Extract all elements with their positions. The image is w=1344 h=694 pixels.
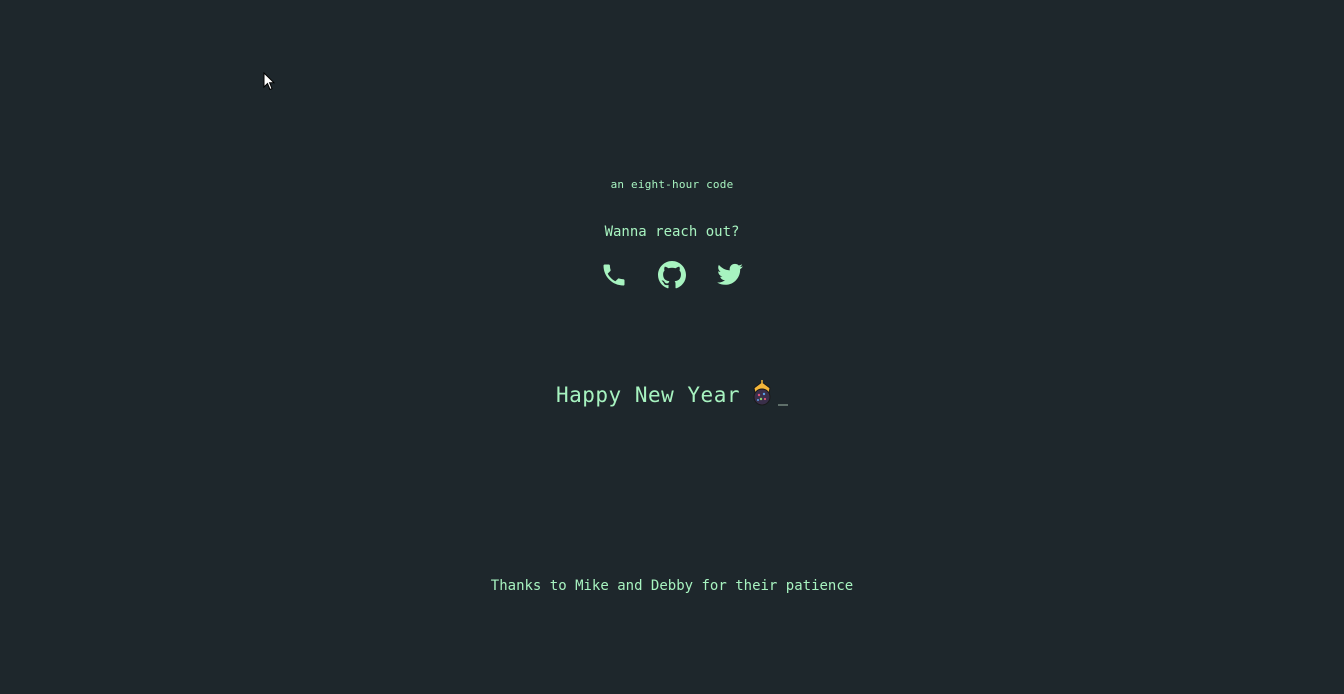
github-link[interactable] <box>658 261 686 289</box>
reach-out-prompt: Wanna reach out? <box>604 224 740 240</box>
twitter-link[interactable] <box>716 261 744 289</box>
thanks-note: Thanks to Mike and Debby for their patie… <box>490 578 854 594</box>
page: an eight-hour code Wanna reach out? Happ… <box>0 0 1344 694</box>
greeting-text: Happy New Year <box>555 383 740 407</box>
tagline: an eight-hour code <box>610 178 734 191</box>
greeting-line: Happy New Year <box>0 380 1344 408</box>
twitter-icon <box>717 263 743 285</box>
typing-caret <box>778 404 788 406</box>
firework-bomb-icon <box>753 380 771 406</box>
github-icon <box>658 261 686 289</box>
social-links <box>0 261 1344 289</box>
phone-icon <box>603 264 625 286</box>
mouse-cursor-icon <box>263 72 275 91</box>
phone-link[interactable] <box>600 261 628 289</box>
